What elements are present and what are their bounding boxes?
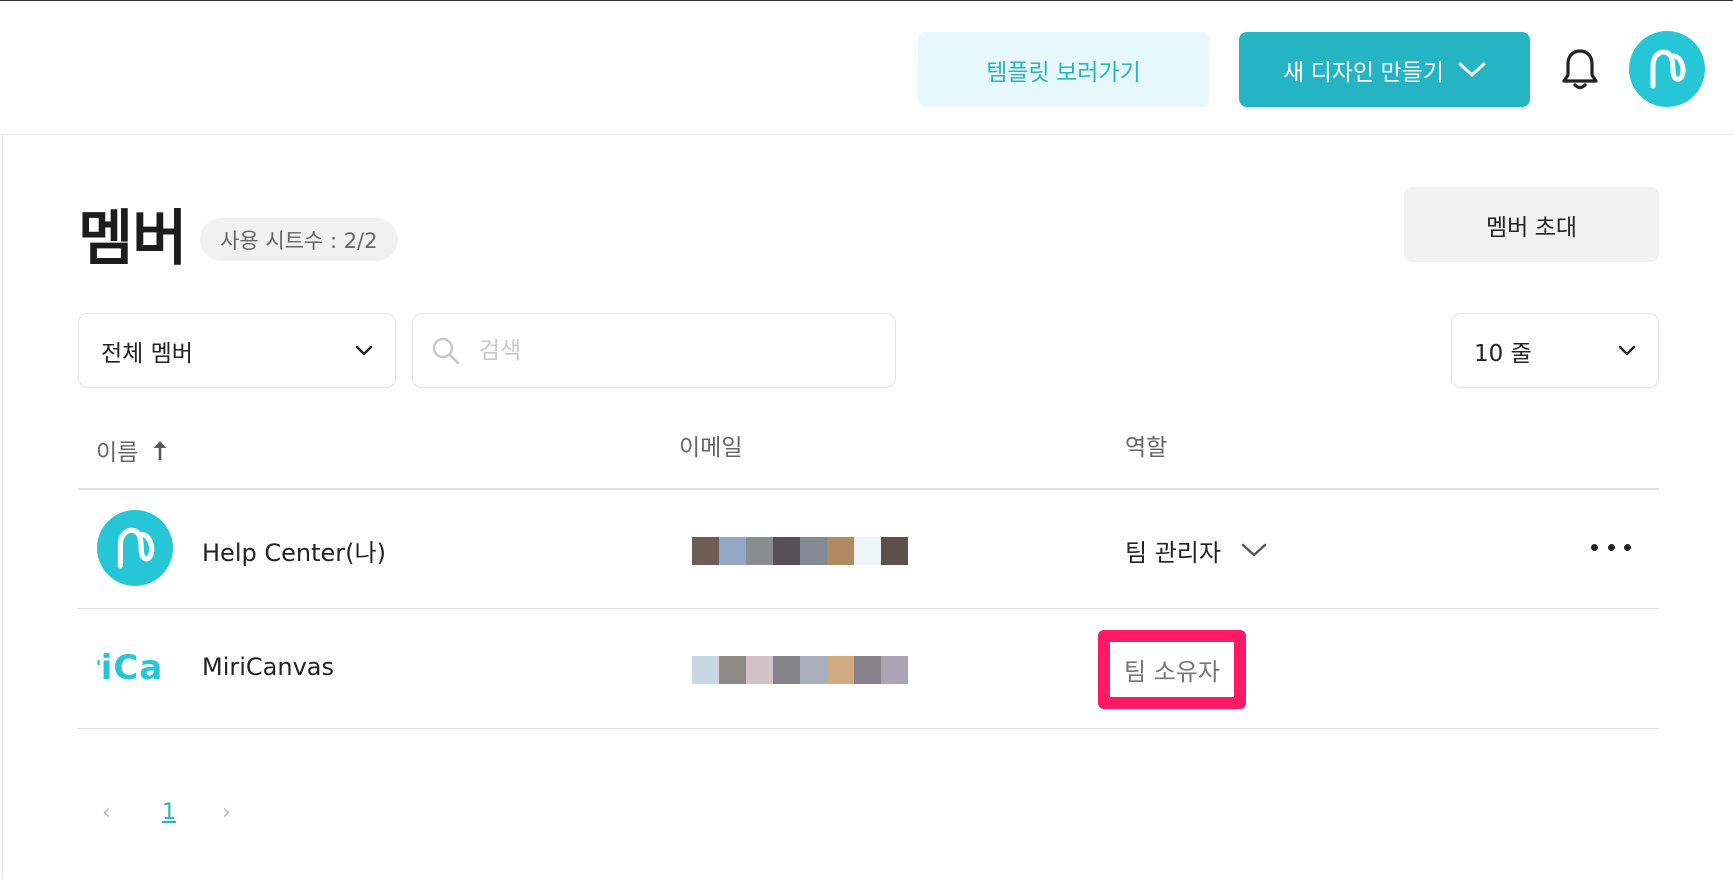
role-owner-label: 팀 소유자 xyxy=(1098,630,1246,709)
column-header-email: 이메일 xyxy=(679,435,743,461)
search-input[interactable] xyxy=(478,337,877,364)
pagination-page-1[interactable]: 1 xyxy=(162,800,176,825)
more-dot-icon xyxy=(1591,543,1598,551)
member-name: MiriCanvas xyxy=(202,653,334,681)
top-header: 템플릿 보러가기 새 디자인 만들기 xyxy=(0,1,1733,135)
new-design-button[interactable]: 새 디자인 만들기 xyxy=(1239,32,1530,107)
role-select[interactable]: 팀 관리자 xyxy=(1125,533,1267,568)
email-redacted xyxy=(692,537,908,565)
chevron-down-icon xyxy=(1241,543,1267,557)
seat-count-badge: 사용 시트수 : 2/2 xyxy=(200,218,398,261)
more-dot-icon xyxy=(1624,543,1631,551)
member-filter-value: 전체 멤버 xyxy=(101,340,193,367)
avatar-logo-text: riCa xyxy=(97,648,164,688)
user-avatar[interactable] xyxy=(1629,31,1705,107)
bell-icon[interactable] xyxy=(1559,47,1601,93)
role-value: 팀 관리자 xyxy=(1125,539,1221,567)
table-row-divider xyxy=(78,608,1659,609)
chevron-down-icon xyxy=(1458,62,1486,76)
pagination-next-button[interactable]: › xyxy=(222,800,231,825)
sort-ascending-icon xyxy=(154,441,167,460)
search-field[interactable] xyxy=(412,313,896,388)
rows-per-page-value: 10 줄 xyxy=(1474,340,1532,367)
table-row-divider xyxy=(78,728,1659,729)
invite-member-button[interactable]: 멤버 초대 xyxy=(1404,187,1659,262)
rows-per-page-select[interactable]: 10 줄 xyxy=(1451,313,1659,388)
column-header-name-label: 이름 xyxy=(96,440,139,466)
page-title: 멤버 xyxy=(78,204,187,274)
miricanvas-logo-icon xyxy=(117,527,155,569)
more-dot-icon xyxy=(1607,543,1615,551)
table-header-divider xyxy=(78,488,1659,490)
column-header-name[interactable]: 이름 xyxy=(96,433,168,467)
pagination-prev-button[interactable]: ‹ xyxy=(102,800,111,825)
miricanvas-logo-icon xyxy=(1650,49,1686,89)
more-options-button[interactable] xyxy=(1591,535,1631,559)
member-name: Help Center(나) xyxy=(202,539,386,567)
chevron-down-icon xyxy=(1618,345,1636,356)
email-redacted xyxy=(692,656,908,684)
new-design-label: 새 디자인 만들기 xyxy=(1283,58,1444,85)
content-left-border xyxy=(2,135,3,879)
avatar xyxy=(97,510,173,586)
chevron-down-icon xyxy=(355,345,373,356)
column-header-role: 역할 xyxy=(1125,435,1168,461)
search-icon xyxy=(432,337,460,364)
member-filter-select[interactable]: 전체 멤버 xyxy=(78,313,396,388)
avatar: riCa xyxy=(97,630,173,706)
browse-templates-button[interactable]: 템플릿 보러가기 xyxy=(918,32,1209,107)
